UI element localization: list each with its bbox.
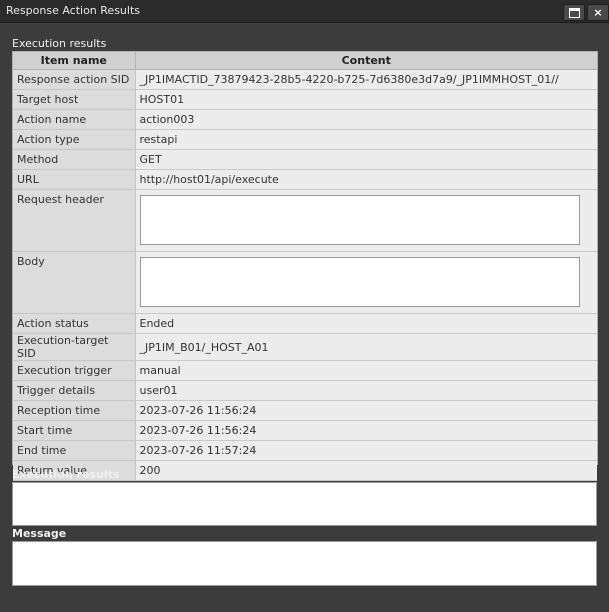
table-row: Method GET (13, 149, 597, 170)
request-header-textarea[interactable] (139, 195, 580, 245)
item-name: Method (13, 149, 136, 170)
execution-results-table-label: Execution results (12, 37, 107, 50)
item-name: End time (13, 440, 136, 461)
item-content: 2023-07-26 11:56:24 (135, 420, 597, 441)
table-row: Body (13, 251, 597, 314)
table-row: Execution trigger manual (13, 360, 597, 381)
maximize-icon (568, 8, 580, 18)
item-content: 2023-07-26 11:57:24 (135, 440, 597, 461)
table-row: Target host HOST01 (13, 89, 597, 110)
item-content: http://host01/api/execute (135, 169, 597, 190)
item-content: _JP1IMACTID_73879423-28b5-4220-b725-7d63… (135, 69, 597, 90)
table-row: Response action SID _JP1IMACTID_73879423… (13, 69, 597, 90)
item-content: restapi (135, 129, 597, 150)
body-textarea[interactable] (139, 257, 580, 307)
item-content: user01 (135, 380, 597, 401)
table-row: Action type restapi (13, 129, 597, 150)
item-content: _JP1IM_B01/_HOST_A01 (135, 333, 597, 361)
message-textarea[interactable] (12, 541, 597, 586)
item-name: Response action SID (13, 69, 136, 90)
title-bar: Response Action Results × (0, 0, 609, 23)
response-action-results-window: Response Action Results × Execution resu… (0, 0, 609, 612)
close-button[interactable]: × (587, 4, 609, 21)
execution-results-table: Item name Content Response action SID _J… (12, 51, 598, 481)
item-content: Ended (135, 313, 597, 334)
table-row: End time 2023-07-26 11:57:24 (13, 440, 597, 461)
item-content: GET (135, 149, 597, 170)
table-row: URL http://host01/api/execute (13, 169, 597, 190)
item-name: Action name (13, 109, 136, 130)
table-row: Trigger details user01 (13, 380, 597, 401)
window-title: Response Action Results (6, 4, 140, 17)
item-name: URL (13, 169, 136, 190)
item-name: Start time (13, 420, 136, 441)
execution-results-textarea[interactable] (12, 482, 597, 526)
item-content: manual (135, 360, 597, 381)
table-row: Execution-target SID _JP1IM_B01/_HOST_A0… (13, 333, 597, 361)
table-row: Action status Ended (13, 313, 597, 334)
item-name: Execution trigger (13, 360, 136, 381)
message-label: Message (12, 527, 67, 540)
item-content: HOST01 (135, 89, 597, 110)
table-row: Start time 2023-07-26 11:56:24 (13, 420, 597, 441)
item-name: Action type (13, 129, 136, 150)
column-header-item-name: Item name (13, 52, 136, 70)
table-row: Request header (13, 189, 597, 252)
item-content: action003 (135, 109, 597, 130)
item-name: Body (13, 251, 136, 314)
table-row: Reception time 2023-07-26 11:56:24 (13, 400, 597, 421)
item-name: Execution-target SID (13, 333, 136, 361)
table-row: Action name action003 (13, 109, 597, 130)
execution-results-label: Execution results (12, 468, 120, 481)
item-name: Target host (13, 89, 136, 110)
item-name: Reception time (13, 400, 136, 421)
item-content: 200 (135, 460, 597, 481)
item-name: Action status (13, 313, 136, 334)
item-content: 2023-07-26 11:56:24 (135, 400, 597, 421)
maximize-button[interactable] (563, 4, 585, 21)
close-icon: × (593, 6, 603, 19)
column-header-content: Content (135, 52, 597, 70)
item-name: Request header (13, 189, 136, 252)
item-name: Trigger details (13, 380, 136, 401)
